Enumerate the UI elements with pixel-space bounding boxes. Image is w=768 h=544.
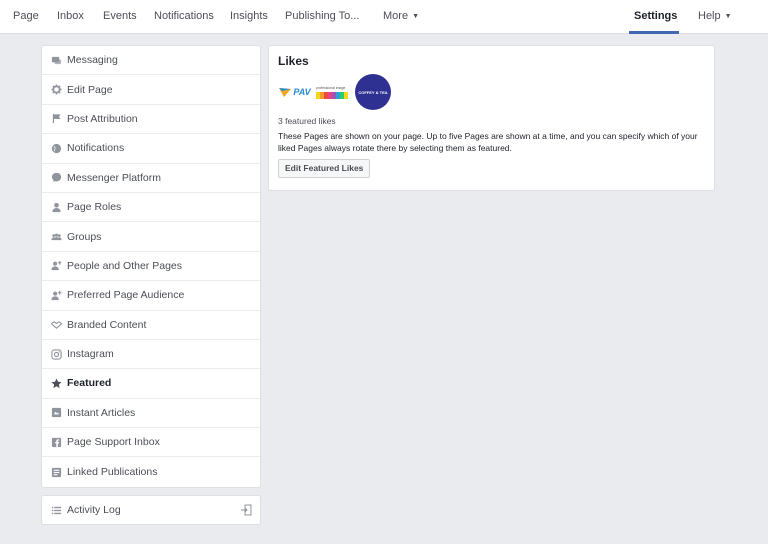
sidebar-item-page-roles[interactable]: Page Roles	[42, 193, 260, 223]
sidebar-item-people-and-other-pages[interactable]: People and Other Pages	[42, 252, 260, 282]
nav-help[interactable]: Help ▼	[698, 0, 732, 34]
sidebar-item-label: Edit Page	[67, 83, 113, 96]
sidebar-item-featured[interactable]: Featured	[42, 369, 260, 399]
sidebar-item-groups[interactable]: Groups	[42, 222, 260, 252]
active-tab-indicator	[629, 31, 679, 34]
caret-down-icon: ▼	[724, 13, 732, 20]
sidebar-item-page-support-inbox[interactable]: Page Support Inbox	[42, 428, 260, 458]
sidebar-item-label: Featured	[67, 377, 112, 390]
instagram-icon	[50, 348, 62, 360]
sidebar-item-notifications[interactable]: Notifications	[42, 134, 260, 164]
sidebar-item-branded-content[interactable]: Branded Content	[42, 311, 260, 340]
gear-icon	[50, 84, 62, 96]
caret-down-icon: ▼	[412, 13, 419, 20]
sidebar-item-label: Preferred Page Audience	[67, 289, 185, 302]
handshake-icon	[50, 319, 62, 331]
star-icon	[50, 377, 62, 389]
stripes-logo[interactable]: professional image	[316, 84, 352, 100]
pav-logo[interactable]: PAV	[278, 82, 312, 102]
sidebar-item-label: Post Attribution	[67, 112, 138, 125]
settings-sidebar: Messaging Edit Page Post Attribution Not…	[41, 45, 261, 488]
export-icon[interactable]	[240, 504, 252, 516]
sidebar-item-messaging[interactable]: Messaging	[42, 46, 260, 76]
publications-icon	[50, 466, 62, 478]
likes-card: Likes PAV professional image COFFEY & TE…	[268, 45, 715, 191]
nav-publishing-tools[interactable]: Publishing To...	[285, 0, 359, 34]
sidebar-item-instagram[interactable]: Instagram	[42, 340, 260, 370]
nav-insights[interactable]: Insights	[230, 0, 268, 34]
sidebar-item-label: Linked Publications	[67, 466, 158, 479]
nav-inbox[interactable]: Inbox	[57, 0, 84, 34]
nav-help-label: Help	[698, 10, 721, 22]
nav-events[interactable]: Events	[103, 0, 137, 34]
sidebar-item-preferred-page-audience[interactable]: Preferred Page Audience	[42, 281, 260, 311]
flag-icon	[50, 113, 62, 125]
coffey-tea-logo-text: COFFEY & TEA	[358, 89, 388, 95]
sidebar-item-edit-page[interactable]: Edit Page	[42, 75, 260, 105]
list-icon	[50, 504, 62, 516]
sidebar-item-label: Page Roles	[67, 201, 122, 214]
sidebar-item-label: People and Other Pages	[67, 259, 182, 272]
stripes-logo-mark	[316, 91, 348, 99]
messaging-icon	[50, 54, 62, 66]
facebook-icon	[50, 436, 62, 448]
edit-featured-likes-button[interactable]: Edit Featured Likes	[278, 159, 371, 178]
person-icon	[50, 201, 62, 213]
sidebar-item-linked-publications[interactable]: Linked Publications	[42, 457, 260, 486]
sidebar-item-label: Branded Content	[67, 318, 147, 331]
sidebar-item-label: Groups	[67, 230, 102, 243]
likes-description: These Pages are shown on your page. Up t…	[278, 131, 698, 153]
articles-icon	[50, 407, 62, 419]
activity-log-label: Activity Log	[67, 504, 121, 516]
nav-notifications[interactable]: Notifications	[154, 0, 214, 34]
audience-icon	[50, 289, 62, 301]
stripes-logo-text: professional image	[316, 85, 346, 90]
person-plus-icon	[50, 260, 62, 272]
nav-settings[interactable]: Settings	[634, 0, 677, 34]
sidebar-item-label: Notifications	[67, 142, 125, 155]
sidebar-item-instant-articles[interactable]: Instant Articles	[42, 399, 260, 429]
messenger-icon	[50, 172, 62, 184]
sidebar-item-messenger-platform[interactable]: Messenger Platform	[42, 164, 260, 193]
sidebar-item-label: Instagram	[67, 348, 114, 361]
nav-more-label: More	[383, 10, 409, 22]
likes-title: Likes	[278, 54, 309, 68]
nav-more[interactable]: More ▼	[383, 0, 419, 34]
activity-log-item[interactable]: Activity Log	[41, 495, 261, 525]
pav-logo-text: PAV	[293, 87, 311, 97]
sidebar-item-label: Instant Articles	[67, 406, 136, 419]
sidebar-item-post-attribution[interactable]: Post Attribution	[42, 105, 260, 135]
nav-page[interactable]: Page	[13, 0, 39, 34]
sidebar-item-label: Page Support Inbox	[67, 436, 160, 449]
globe-icon	[50, 142, 62, 154]
featured-count: 3 featured likes	[278, 116, 336, 126]
sidebar-item-label: Messenger Platform	[67, 171, 161, 184]
sidebar-item-label: Messaging	[67, 54, 118, 67]
coffey-tea-logo[interactable]: COFFEY & TEA	[355, 74, 391, 110]
top-navigation: Page Inbox Events Notifications Insights…	[0, 0, 768, 34]
groups-icon	[50, 231, 62, 243]
pav-logo-mark-icon	[279, 88, 292, 97]
